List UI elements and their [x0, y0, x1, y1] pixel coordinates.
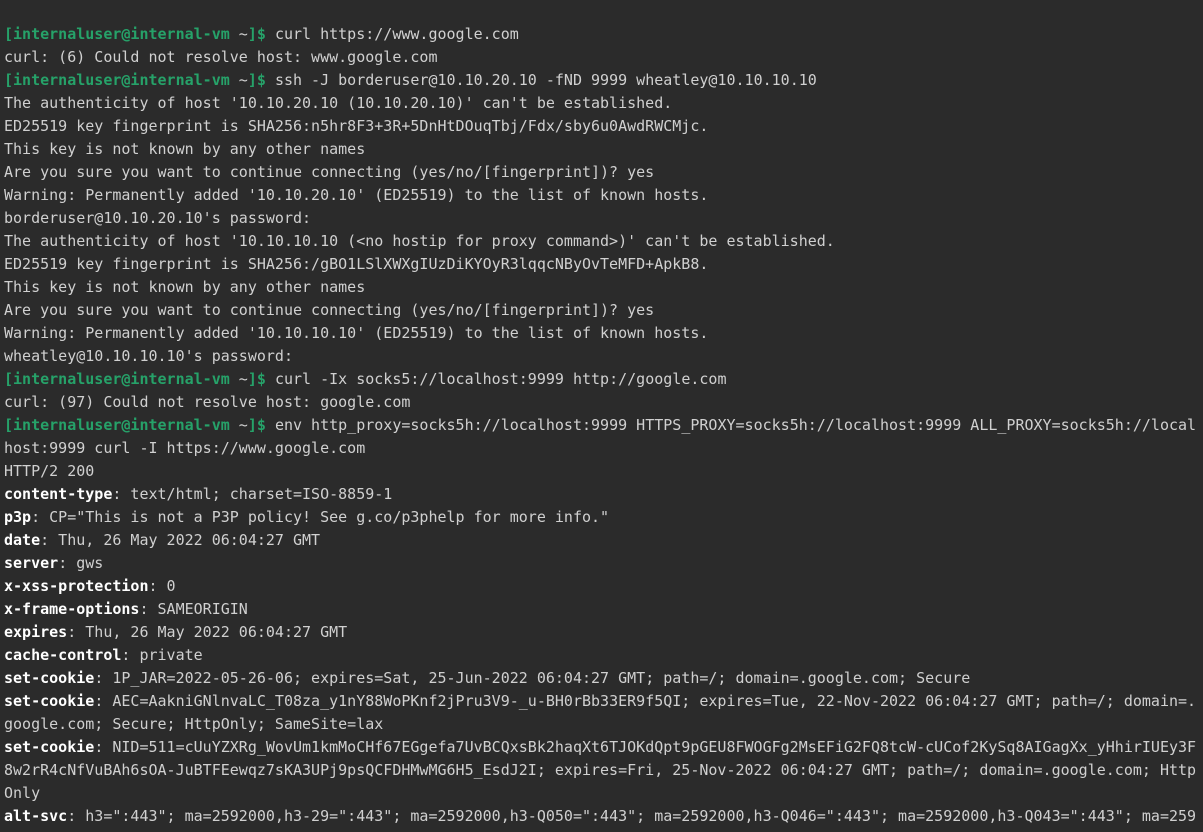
- header-line: content-type: text/html; charset=ISO-885…: [4, 485, 392, 503]
- header-name: server: [4, 554, 58, 572]
- output-line: curl: (97) Could not resolve host: googl…: [4, 393, 410, 411]
- header-line: p3p: CP="This is not a P3P policy! See g…: [4, 508, 609, 526]
- header-value: : Thu, 26 May 2022 06:04:27 GMT: [67, 623, 347, 641]
- output-line: curl: (6) Could not resolve host: www.go…: [4, 48, 437, 66]
- header-name: content-type: [4, 485, 112, 503]
- header-line: alt-svc: h3=":443"; ma=2592000,h3-29=":4…: [4, 807, 1196, 832]
- header-name: set-cookie: [4, 692, 94, 710]
- prompt-tilde: ~: [230, 370, 248, 388]
- header-value: : AEC=AakniGNlnvaLC_T08za_y1nY88WoPKnf2j…: [4, 692, 1196, 733]
- output-line: borderuser@10.10.20.10's password:: [4, 209, 311, 227]
- header-line: set-cookie: 1P_JAR=2022-05-26-06; expire…: [4, 669, 970, 687]
- header-name: p3p: [4, 508, 31, 526]
- prompt-end: ]$: [248, 370, 266, 388]
- header-value: : private: [121, 646, 202, 664]
- header-line: cache-control: private: [4, 646, 203, 664]
- header-line: x-xss-protection: 0: [4, 577, 176, 595]
- output-line: The authenticity of host '10.10.10.10 (<…: [4, 232, 835, 250]
- header-name: expires: [4, 623, 67, 641]
- output-line: Are you sure you want to continue connec…: [4, 163, 654, 181]
- command-1: curl https://www.google.com: [275, 25, 519, 43]
- prompt-bracket-open: [: [4, 25, 13, 43]
- output-line: This key is not known by any other names: [4, 140, 365, 158]
- header-line: set-cookie: AEC=AakniGNlnvaLC_T08za_y1nY…: [4, 692, 1196, 733]
- output-line: Are you sure you want to continue connec…: [4, 301, 654, 319]
- header-line: x-frame-options: SAMEORIGIN: [4, 600, 248, 618]
- header-line: expires: Thu, 26 May 2022 06:04:27 GMT: [4, 623, 347, 641]
- header-value: : Thu, 26 May 2022 06:04:27 GMT: [40, 531, 320, 549]
- prompt-line: [internaluser@internal-vm ~]$ ssh -J bor…: [4, 71, 817, 89]
- prompt-tilde: ~: [230, 416, 248, 434]
- prompt-bracket-open: [: [4, 370, 13, 388]
- prompt-bracket-open: [: [4, 416, 13, 434]
- header-name: alt-svc: [4, 807, 67, 825]
- command-3: curl -Ix socks5://localhost:9999 http://…: [275, 370, 727, 388]
- prompt-line: [internaluser@internal-vm ~]$ curl https…: [4, 25, 519, 43]
- header-value: : 0: [149, 577, 176, 595]
- prompt-tilde: ~: [230, 71, 248, 89]
- prompt-user-host: internaluser@internal-vm: [13, 71, 230, 89]
- output-line: Warning: Permanently added '10.10.20.10'…: [4, 186, 708, 204]
- prompt-bracket-open: [: [4, 71, 13, 89]
- output-line: The authenticity of host '10.10.20.10 (1…: [4, 94, 672, 112]
- output-line: Warning: Permanently added '10.10.10.10'…: [4, 324, 708, 342]
- output-line: ED25519 key fingerprint is SHA256:n5hr8F…: [4, 117, 708, 135]
- prompt-end: ]$: [248, 416, 266, 434]
- header-name: date: [4, 531, 40, 549]
- header-value: : h3=":443"; ma=2592000,h3-29=":443"; ma…: [4, 807, 1196, 832]
- header-name: set-cookie: [4, 738, 94, 756]
- prompt-user-host: internaluser@internal-vm: [13, 416, 230, 434]
- header-name: x-xss-protection: [4, 577, 149, 595]
- header-value: : NID=511=cUuYZXRg_WovUm1kmMoCHf67EGgefa…: [4, 738, 1196, 802]
- header-line: server: gws: [4, 554, 103, 572]
- terminal-output[interactable]: [internaluser@internal-vm ~]$ curl https…: [0, 0, 1203, 832]
- header-value: : CP="This is not a P3P policy! See g.co…: [31, 508, 609, 526]
- output-line: wheatley@10.10.10.10's password:: [4, 347, 293, 365]
- output-line: ED25519 key fingerprint is SHA256:/gBO1L…: [4, 255, 708, 273]
- header-line: date: Thu, 26 May 2022 06:04:27 GMT: [4, 531, 320, 549]
- prompt-end: ]$: [248, 25, 266, 43]
- output-line: This key is not known by any other names: [4, 278, 365, 296]
- header-name: set-cookie: [4, 669, 94, 687]
- header-value: : text/html; charset=ISO-8859-1: [112, 485, 392, 503]
- prompt-tilde: ~: [230, 25, 248, 43]
- prompt-user-host: internaluser@internal-vm: [13, 25, 230, 43]
- prompt-line: [internaluser@internal-vm ~]$ env http_p…: [4, 416, 1196, 457]
- header-value: : 1P_JAR=2022-05-26-06; expires=Sat, 25-…: [94, 669, 970, 687]
- prompt-line: [internaluser@internal-vm ~]$ curl -Ix s…: [4, 370, 726, 388]
- header-name: cache-control: [4, 646, 121, 664]
- header-line: set-cookie: NID=511=cUuYZXRg_WovUm1kmMoC…: [4, 738, 1196, 802]
- prompt-end: ]$: [248, 71, 266, 89]
- header-value: : gws: [58, 554, 103, 572]
- prompt-user-host: internaluser@internal-vm: [13, 370, 230, 388]
- header-name: x-frame-options: [4, 600, 139, 618]
- http-status-line: HTTP/2 200: [4, 462, 94, 480]
- header-value: : SAMEORIGIN: [139, 600, 247, 618]
- command-2: ssh -J borderuser@10.10.20.10 -fND 9999 …: [275, 71, 817, 89]
